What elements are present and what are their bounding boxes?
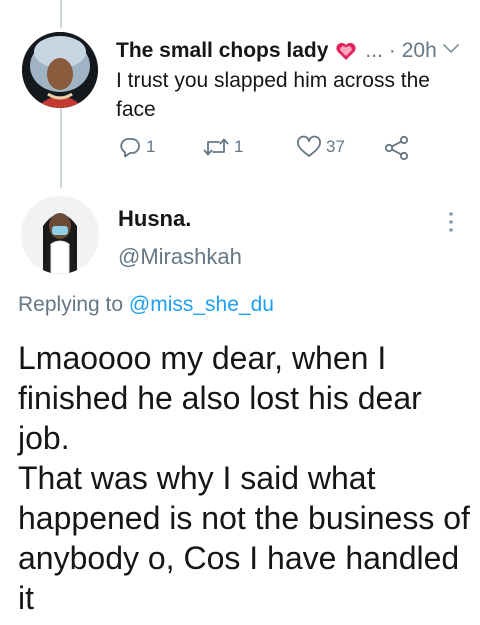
thread-line-top [60, 0, 62, 28]
retweet-button[interactable]: 1 [202, 135, 243, 159]
tweet-header: The small chops lady ... · 20h [116, 36, 466, 66]
tweet-body-line: Lmaoooo my dear, when I finished he also… [18, 340, 422, 456]
avatar-image [21, 196, 99, 274]
avatar[interactable] [22, 32, 98, 108]
like-icon [297, 135, 321, 157]
mention-link[interactable]: @miss_she_du [129, 293, 274, 316]
tweet-actions: 1 1 37 [118, 135, 418, 163]
like-button[interactable]: 37 [296, 135, 345, 159]
tweet-body: Lmaoooo my dear, when I finished he also… [18, 338, 470, 618]
chevron-down-icon[interactable] [442, 42, 460, 56]
like-count: 37 [326, 137, 345, 156]
tweet-text: I trust you slapped him across the face [116, 69, 430, 121]
replying-to: Replying to @miss_she_du [18, 293, 274, 317]
avatar[interactable] [21, 196, 99, 274]
reply-icon [120, 138, 140, 158]
share-button[interactable] [384, 135, 410, 161]
retweet-count: 1 [234, 137, 244, 156]
heart-emoji-icon [336, 42, 357, 60]
retweet-icon [203, 138, 229, 156]
reply-count: 1 [146, 137, 156, 156]
replying-to-label: Replying to [18, 293, 124, 316]
user-handle[interactable]: @Mirashkah [118, 244, 242, 270]
avatar-image [22, 32, 98, 108]
more-vertical-icon[interactable] [448, 210, 454, 234]
share-icon [384, 135, 409, 161]
truncation-ellipsis: ... [365, 39, 383, 62]
display-name[interactable]: Husna. [118, 206, 191, 232]
tweet-body-line: That was why I said what happened is not… [18, 460, 470, 616]
reply-button[interactable]: 1 [118, 135, 155, 159]
display-name[interactable]: The small chops lady [116, 39, 328, 63]
timestamp[interactable]: · 20h [389, 39, 437, 63]
thread-line-connector [60, 106, 62, 188]
